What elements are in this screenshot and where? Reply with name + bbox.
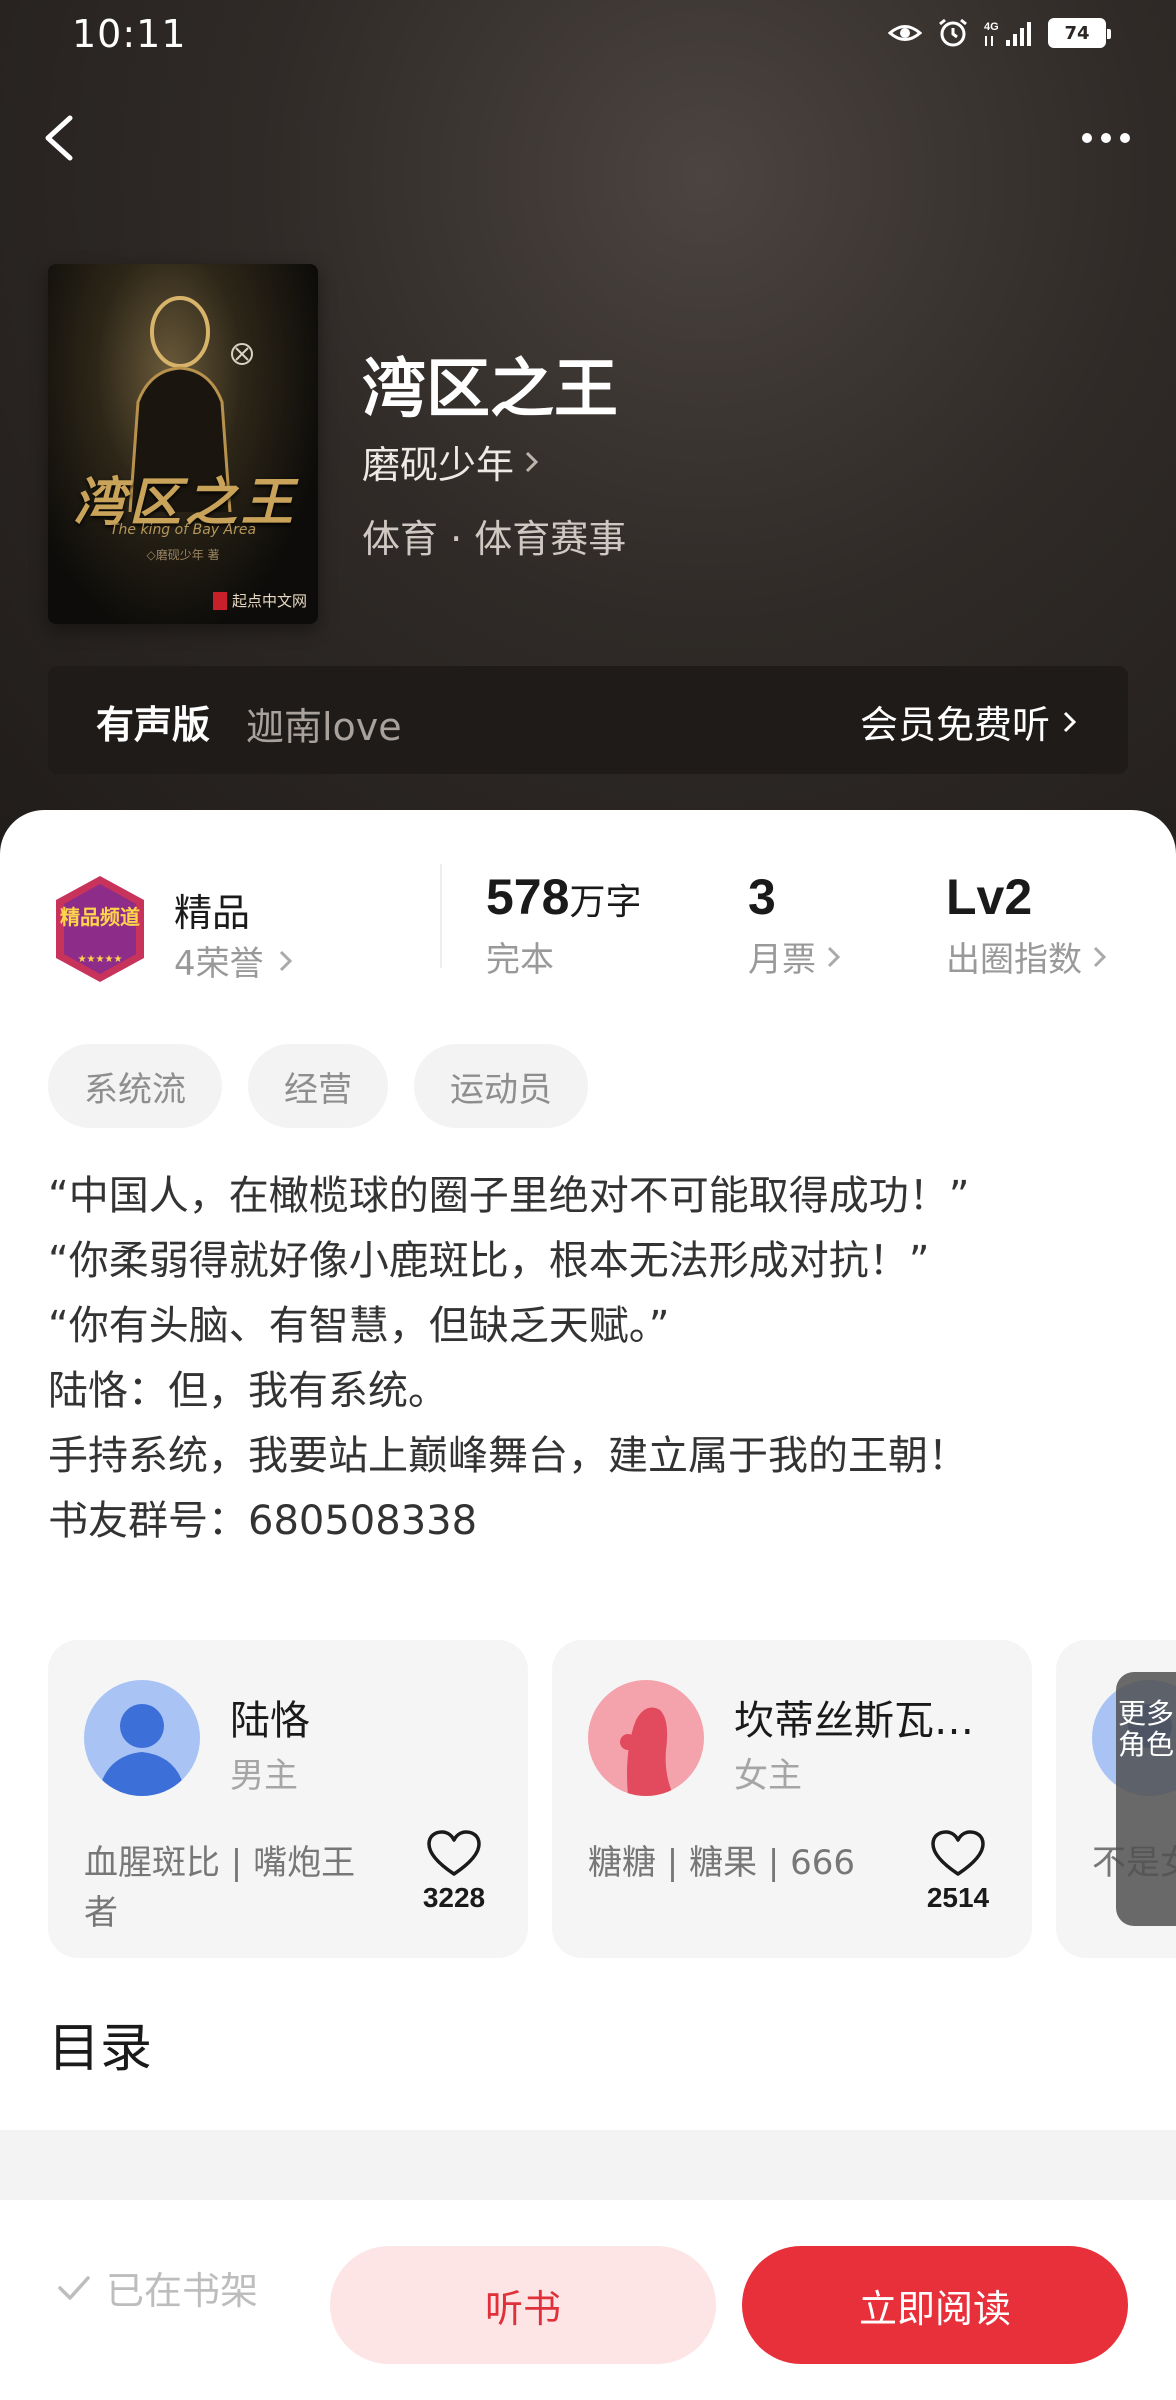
character-tags: 血腥斑比 | 嘴炮王者: [84, 1843, 356, 1933]
word-count-value: 578: [486, 869, 570, 925]
synopsis-line: “中国人，在橄榄球的圈子里绝对不可能取得成功！”: [48, 1173, 970, 1219]
character-role: 男主: [230, 1756, 298, 1796]
book-header: 10:11 4G 74 湾区之王 The king of Bay Area ◇磨…: [0, 0, 1176, 880]
back-button[interactable]: [30, 108, 90, 168]
monthly-votes-label: 月票: [748, 940, 816, 980]
word-count-unit: 万字: [569, 881, 642, 922]
audiobook-narrator: 迦南love: [246, 705, 402, 749]
read-now-button[interactable]: 立即阅读: [742, 2246, 1128, 2364]
stat-monthly-votes[interactable]: 3 月票: [748, 868, 842, 981]
author-link[interactable]: 磨砚少年: [362, 434, 542, 489]
on-bookshelf-status[interactable]: 已在书架: [56, 2260, 258, 2315]
influence-value: Lv2: [946, 869, 1033, 925]
cover-author: ◇磨砚少年 著: [146, 548, 220, 562]
listen-button[interactable]: 听书: [330, 2246, 716, 2364]
book-cover[interactable]: 湾区之王 The king of Bay Area ◇磨砚少年 著 起点中文网: [48, 264, 318, 624]
tag-chip[interactable]: 经营: [248, 1044, 388, 1128]
author-name: 磨砚少年: [362, 443, 515, 487]
badge-text: 精品频道: [60, 905, 140, 929]
divider: [440, 864, 442, 968]
like-button[interactable]: 2514: [918, 1830, 998, 1914]
book-title: 湾区之王: [362, 352, 618, 427]
publisher-name: 起点中文网: [232, 592, 308, 610]
table-of-contents-heading[interactable]: 目录: [48, 2006, 152, 2081]
member-free-listen-label: 会员免费听: [859, 703, 1050, 747]
character-avatar: [588, 1680, 704, 1796]
battery-icon: 74: [1048, 18, 1111, 48]
svg-text:★★★★★: ★★★★★: [78, 954, 123, 965]
alarm-icon: [939, 18, 967, 47]
like-count: 2514: [926, 1882, 990, 1913]
tag-list: 系统流 经营 运动员: [48, 1044, 588, 1128]
status-time: 10:11: [72, 12, 187, 56]
tag-chip[interactable]: 系统流: [48, 1044, 222, 1128]
character-name: 坎蒂丝斯瓦…: [734, 1698, 974, 1744]
chevron-right-icon: [525, 451, 539, 472]
chevron-right-icon: [827, 946, 841, 967]
chevron-right-icon: [1093, 946, 1107, 967]
honor-section[interactable]: 精品频道 ★★★★★ 精品 4荣誉: [48, 874, 408, 984]
on-bookshelf-label: 已在书架: [106, 2269, 259, 2313]
like-count: 3228: [422, 1882, 486, 1913]
influence-label: 出圈指数: [946, 940, 1082, 980]
character-card[interactable]: 坎蒂丝斯瓦… 女主 糖糖 | 糖果 | 666 2514: [552, 1640, 1032, 1958]
premium-channel-badge-icon: 精品频道 ★★★★★: [56, 876, 144, 982]
signal-icon: 4G: [984, 21, 1031, 46]
chevron-right-icon: [1063, 711, 1077, 732]
publisher-logo: 起点中文网: [213, 590, 307, 611]
completion-status: 完本: [486, 940, 554, 980]
bottom-action-bar: 已在书架 听书 立即阅读: [0, 2200, 1176, 2400]
honor-count: 4荣誉: [174, 936, 294, 985]
audiobook-bar[interactable]: 有声版 迦南love 会员免费听: [48, 666, 1128, 774]
character-name: 陆恪: [230, 1698, 310, 1744]
character-carousel[interactable]: 陆恪 男主 血腥斑比 | 嘴炮王者 3228 坎蒂丝斯瓦… 女主 糖糖 | 糖果…: [48, 1640, 1176, 1960]
chevron-right-icon: [279, 950, 292, 971]
cover-subtitle: The king of Bay Area: [109, 522, 257, 538]
member-free-listen-link[interactable]: 会员免费听: [860, 694, 1080, 749]
book-detail-sheet: 精品频道 ★★★★★ 精品 4荣誉 578万字 完本 3 月票 Lv2 出圈指数…: [0, 810, 1176, 2130]
synopsis-line: 陆恪：但，我有系统。: [48, 1368, 448, 1414]
status-bar: 10:11 4G 74: [0, 0, 1176, 70]
stat-word-count: 578万字 完本: [486, 868, 641, 981]
synopsis[interactable]: “中国人，在橄榄球的圈子里绝对不可能取得成功！” “你柔弱得就好像小鹿斑比，根本…: [48, 1164, 1138, 1554]
heart-icon: [427, 1830, 481, 1876]
audiobook-label: 有声版: [96, 703, 211, 747]
more-options-button[interactable]: [1066, 110, 1146, 166]
honor-count-label: 4荣誉: [174, 944, 264, 984]
book-genre: 体育 · 体育赛事: [362, 517, 627, 561]
character-tags: 糖糖 | 糖果 | 666: [588, 1843, 856, 1883]
eye-icon: [888, 25, 922, 41]
synopsis-line: 手持系统，我要站上巅峰舞台，建立属于我的王朝！: [48, 1433, 968, 1479]
heart-icon: [931, 1830, 985, 1876]
character-avatar: [84, 1680, 200, 1796]
more-characters-button[interactable]: 更多角色: [1116, 1672, 1176, 1926]
like-button[interactable]: 3228: [414, 1830, 494, 1914]
network-label: 4G: [984, 21, 999, 33]
tag-chip[interactable]: 运动员: [414, 1044, 588, 1128]
honor-title: 精品: [174, 891, 251, 935]
character-role: 女主: [734, 1756, 802, 1796]
check-icon: [58, 2275, 90, 2300]
stat-influence-index[interactable]: Lv2 出圈指数: [946, 868, 1108, 981]
synopsis-line: 书友群号：680508338: [48, 1498, 478, 1544]
synopsis-line: “你柔弱得就好像小鹿斑比，根本无法形成对抗！”: [48, 1238, 930, 1284]
monthly-votes-value: 3: [748, 869, 776, 925]
status-icons: 4G 74: [888, 18, 1111, 48]
synopsis-line: “你有头脑、有智慧，但缺乏天赋。”: [48, 1303, 670, 1349]
character-card[interactable]: 陆恪 男主 血腥斑比 | 嘴炮王者 3228: [48, 1640, 528, 1958]
